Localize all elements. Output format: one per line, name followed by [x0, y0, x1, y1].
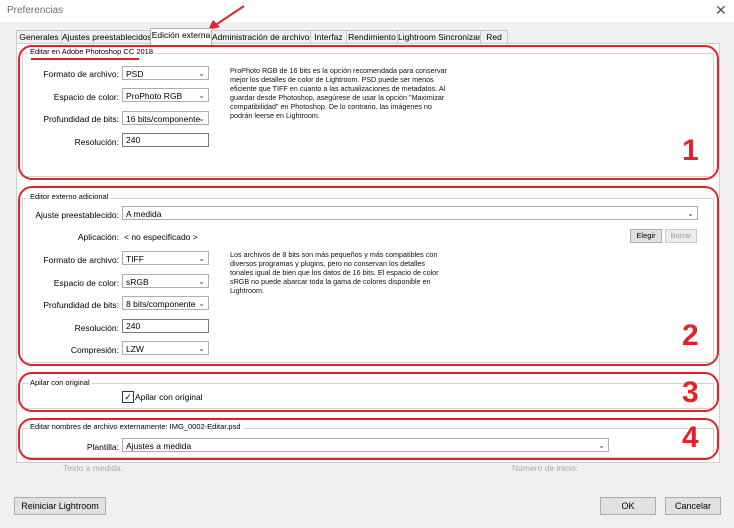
tab-ajustes-preestablecidos[interactable]: Ajustes preestablecidos	[61, 30, 152, 44]
cancel-button[interactable]: Cancelar	[665, 497, 721, 515]
window-title: Preferencias	[7, 5, 64, 16]
start-number-label: Número de inicio:	[512, 463, 579, 473]
tab-interfaz[interactable]: Interfaz	[310, 30, 347, 44]
annotation-number-3: 3	[682, 376, 699, 409]
annotation-box-1	[18, 45, 719, 180]
tab-red[interactable]: Red	[480, 30, 508, 44]
tab-generales[interactable]: Generales	[16, 30, 62, 44]
annotation-number-2: 2	[682, 319, 699, 352]
annotation-box-2	[18, 186, 719, 366]
annotation-box-3	[18, 372, 719, 412]
tab-rendimiento[interactable]: Rendimiento	[346, 30, 398, 44]
ok-button[interactable]: OK	[600, 497, 656, 515]
annotation-number-1: 1	[682, 134, 699, 167]
custom-text-label: Texto a medida:	[63, 463, 124, 473]
close-icon[interactable]: ✕	[715, 2, 727, 19]
reset-lightroom-button[interactable]: Reiniciar Lightroom	[14, 497, 106, 515]
title-bar	[0, 0, 734, 22]
annotation-box-4	[18, 418, 719, 460]
annotation-number-4: 4	[682, 421, 699, 454]
tab-lightroom-sincronizar[interactable]: Lightroom Sincronizar	[397, 30, 481, 44]
tab-edicion-externa[interactable]: Edición externa	[150, 28, 212, 45]
